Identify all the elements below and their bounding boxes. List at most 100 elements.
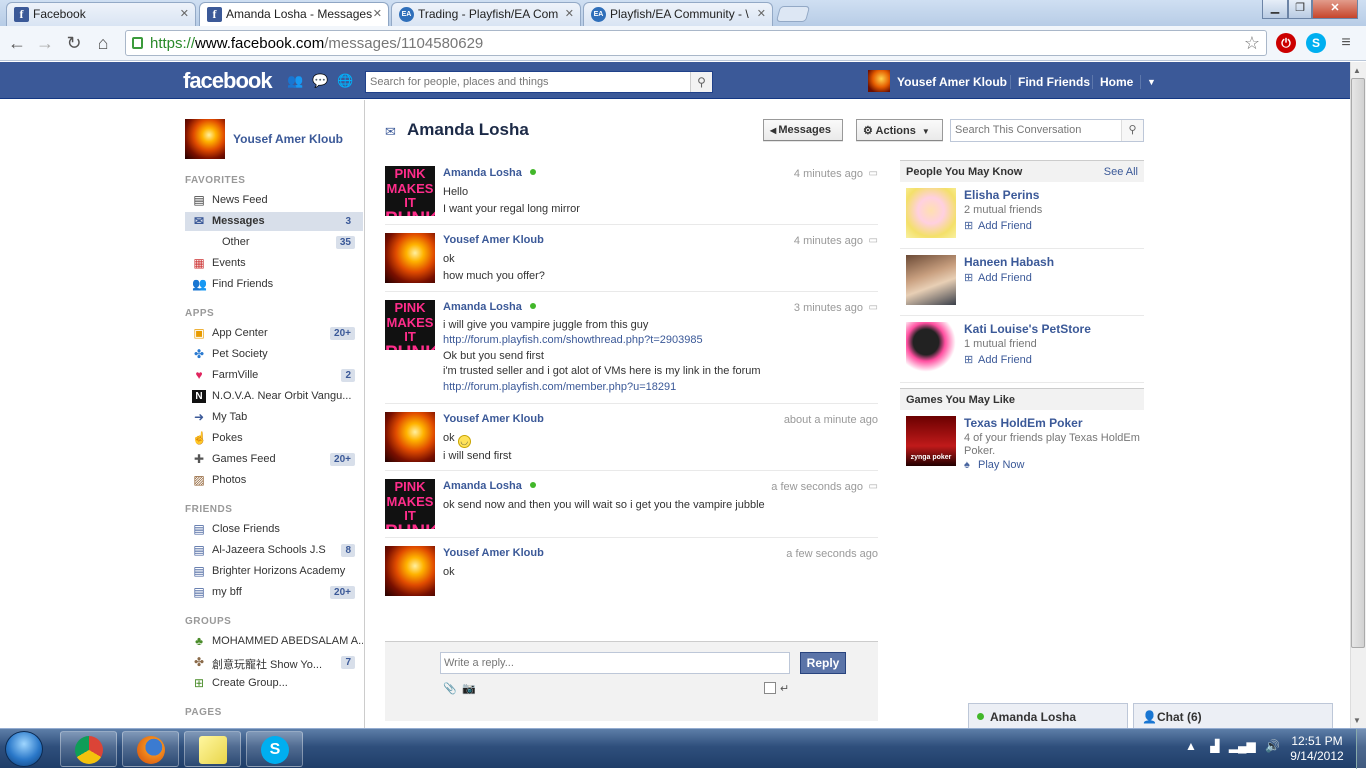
home-link[interactable]: Home xyxy=(1100,75,1133,89)
friend-requests-icon[interactable]: 👥 xyxy=(287,74,303,87)
sidebar-item-other[interactable]: Other 35 xyxy=(185,233,363,252)
tray-arrow-icon[interactable]: ▲ xyxy=(1185,739,1197,753)
signal-icon[interactable]: ▂▄▆ xyxy=(1229,739,1256,753)
sidebar-item-my-bff[interactable]: ▤ my bff 20+ xyxy=(185,583,363,602)
chat-sidebar-tab[interactable]: 👤Chat (6) xyxy=(1133,703,1333,729)
press-enter-to-send-checkbox[interactable] xyxy=(764,682,776,694)
thread-link[interactable]: http://forum.playfish.com/showthread.php… xyxy=(443,334,703,346)
report-icon[interactable]: ▭ xyxy=(869,168,878,179)
close-icon[interactable]: ✕ xyxy=(180,7,189,20)
sender-name[interactable]: Amanda Losha xyxy=(443,301,536,313)
sidebar-item-events[interactable]: ▦ Events xyxy=(185,254,363,273)
add-friend-button[interactable]: ⊞ Add Friend xyxy=(964,219,1032,232)
account-menu-chevron-icon[interactable]: ▼ xyxy=(1147,77,1156,87)
reply-input[interactable]: Write a reply... xyxy=(440,652,790,674)
scroll-up-icon[interactable]: ▲ xyxy=(1353,66,1361,75)
conversation-search-input[interactable]: Search This Conversation ⚲ xyxy=(950,119,1144,142)
home-icon[interactable]: ⌂ xyxy=(92,32,114,54)
sender-name[interactable]: Yousef Amer Kloub xyxy=(443,547,544,559)
close-icon[interactable]: ✕ xyxy=(373,7,382,20)
profile-link[interactable]: Yousef Amer Kloub xyxy=(897,75,1007,89)
window-close-button[interactable]: ✕ xyxy=(1312,0,1358,19)
show-desktop-button[interactable] xyxy=(1356,729,1366,769)
avatar[interactable] xyxy=(385,412,435,462)
browser-tab-facebook[interactable]: f Facebook ✕ xyxy=(6,2,196,26)
facebook-search-input[interactable]: Search for people, places and things ⚲ xyxy=(365,71,713,93)
taskbar-sticky-notes[interactable] xyxy=(184,731,241,767)
minimize-button[interactable]: ▁ xyxy=(1262,0,1288,19)
browser-tab-community[interactable]: EA Playfish/EA Community - \ ✕ xyxy=(583,2,773,26)
forward-icon[interactable]: → xyxy=(34,32,56,54)
avatar[interactable] xyxy=(185,119,225,159)
find-friends-link[interactable]: Find Friends xyxy=(1018,75,1090,89)
taskbar-firefox[interactable] xyxy=(122,731,179,767)
avatar[interactable] xyxy=(868,70,890,92)
facebook-logo[interactable]: facebook xyxy=(183,68,273,94)
sidebar-item-farmville[interactable]: ♥ FarmVille 2 xyxy=(185,366,363,385)
sender-name[interactable]: Amanda Losha xyxy=(443,167,536,179)
person-name[interactable]: Elisha Perins xyxy=(964,188,1039,202)
taskbar-clock[interactable]: 12:51 PM 9/14/2012 xyxy=(1282,734,1352,764)
profile-link[interactable]: http://forum.playfish.com/member.php?u=1… xyxy=(443,381,676,393)
avatar[interactable] xyxy=(385,233,435,283)
close-icon[interactable]: ✕ xyxy=(565,7,574,20)
person-name[interactable]: Kati Louise's PetStore xyxy=(964,322,1091,336)
back-icon[interactable]: ← xyxy=(6,32,28,54)
sidebar-item-pet-society[interactable]: ✤ Pet Society xyxy=(185,345,363,364)
see-all-link[interactable]: See All xyxy=(1104,166,1138,178)
new-tab-button[interactable] xyxy=(775,6,811,22)
sidebar-item-group-mohammed[interactable]: ♣ MOHAMMED ABEDSALAM A... xyxy=(185,632,363,651)
actions-button[interactable]: ⚙ Actions ▼ xyxy=(856,119,943,141)
sender-name[interactable]: Amanda Losha xyxy=(443,480,536,492)
taskbar-skype[interactable]: S xyxy=(246,731,303,767)
game-logo[interactable]: zynga poker xyxy=(906,416,956,466)
avatar[interactable] xyxy=(385,546,435,596)
avatar[interactable]: PINKMAKES ITPUNK xyxy=(385,166,435,216)
sidebar-item-create-group[interactable]: ⊞ Create Group... xyxy=(185,674,363,693)
person-name[interactable]: Haneen Habash xyxy=(964,255,1054,269)
close-icon[interactable]: ✕ xyxy=(757,7,766,20)
search-icon[interactable]: ⚲ xyxy=(1121,120,1143,141)
wrench-menu-icon[interactable]: ≡ xyxy=(1336,33,1356,53)
sender-name[interactable]: Yousef Amer Kloub xyxy=(443,413,544,425)
reload-icon[interactable]: ↻ xyxy=(63,32,85,54)
messages-jewel-icon[interactable]: 💬 xyxy=(312,74,328,87)
profile-name[interactable]: Yousef Amer Kloub xyxy=(233,132,343,146)
browser-tab-trading[interactable]: EA Trading - Playfish/EA Com ✕ xyxy=(391,2,581,26)
address-bar[interactable]: https://www.facebook.com/messages/110458… xyxy=(125,30,1267,56)
back-to-messages-button[interactable]: ◀ Messages xyxy=(763,119,843,141)
chat-conversation-tab[interactable]: Amanda Losha xyxy=(968,703,1128,729)
sender-name[interactable]: Yousef Amer Kloub xyxy=(443,234,544,246)
avatar[interactable] xyxy=(906,188,956,238)
play-now-button[interactable]: ♠ Play Now xyxy=(964,459,1024,471)
report-icon[interactable]: ▭ xyxy=(869,481,878,492)
game-name[interactable]: Texas HoldEm Poker xyxy=(964,416,1083,430)
avatar[interactable]: PINKMAKES ITPUNK xyxy=(385,479,435,529)
sidebar-item-brighter-horizons[interactable]: ▤ Brighter Horizons Academy xyxy=(185,562,363,581)
mutual-friends[interactable]: 1 mutual friend xyxy=(964,338,1037,350)
sidebar-item-find-friends[interactable]: 👥 Find Friends xyxy=(185,275,363,294)
avatar[interactable] xyxy=(906,322,956,372)
sidebar-item-close-friends[interactable]: ▤ Close Friends xyxy=(185,520,363,539)
sidebar-item-pokes[interactable]: ☝ Pokes xyxy=(185,429,363,448)
sidebar-item-messages[interactable]: ✉ Messages 3 xyxy=(185,212,363,231)
reply-button[interactable]: Reply xyxy=(800,652,846,674)
sidebar-item-group-pets[interactable]: ✤ 創意玩寵社 Show Yo... 7 xyxy=(185,653,363,672)
sidebar-item-games-feed[interactable]: ✚ Games Feed 20+ xyxy=(185,450,363,469)
add-friend-button[interactable]: ⊞ Add Friend xyxy=(964,271,1032,284)
mutual-friends[interactable]: 2 mutual friends xyxy=(964,204,1042,216)
attach-file-icon[interactable]: 📎 xyxy=(443,682,457,695)
notifications-globe-icon[interactable]: 🌐 xyxy=(337,74,353,87)
skype-icon[interactable]: S xyxy=(1306,33,1326,53)
sidebar-item-nova[interactable]: N N.O.V.A. Near Orbit Vangu... xyxy=(185,387,363,406)
sidebar-item-al-jazeera[interactable]: ▤ Al-Jazeera Schools J.S 8 xyxy=(185,541,363,560)
network-icon[interactable]: ▟ xyxy=(1210,739,1219,753)
bookmark-star-icon[interactable]: ☆ xyxy=(1244,33,1260,54)
avatar[interactable]: PINKMAKES ITPUNK xyxy=(385,300,435,350)
sidebar-item-news-feed[interactable]: ▤ News Feed xyxy=(185,191,363,210)
scrollbar-thumb[interactable] xyxy=(1351,78,1365,648)
report-icon[interactable]: ▭ xyxy=(869,235,878,246)
avatar[interactable] xyxy=(906,255,956,305)
profile-block[interactable]: Yousef Amer Kloub xyxy=(185,119,363,159)
sidebar-item-photos[interactable]: ▨ Photos xyxy=(185,471,363,490)
